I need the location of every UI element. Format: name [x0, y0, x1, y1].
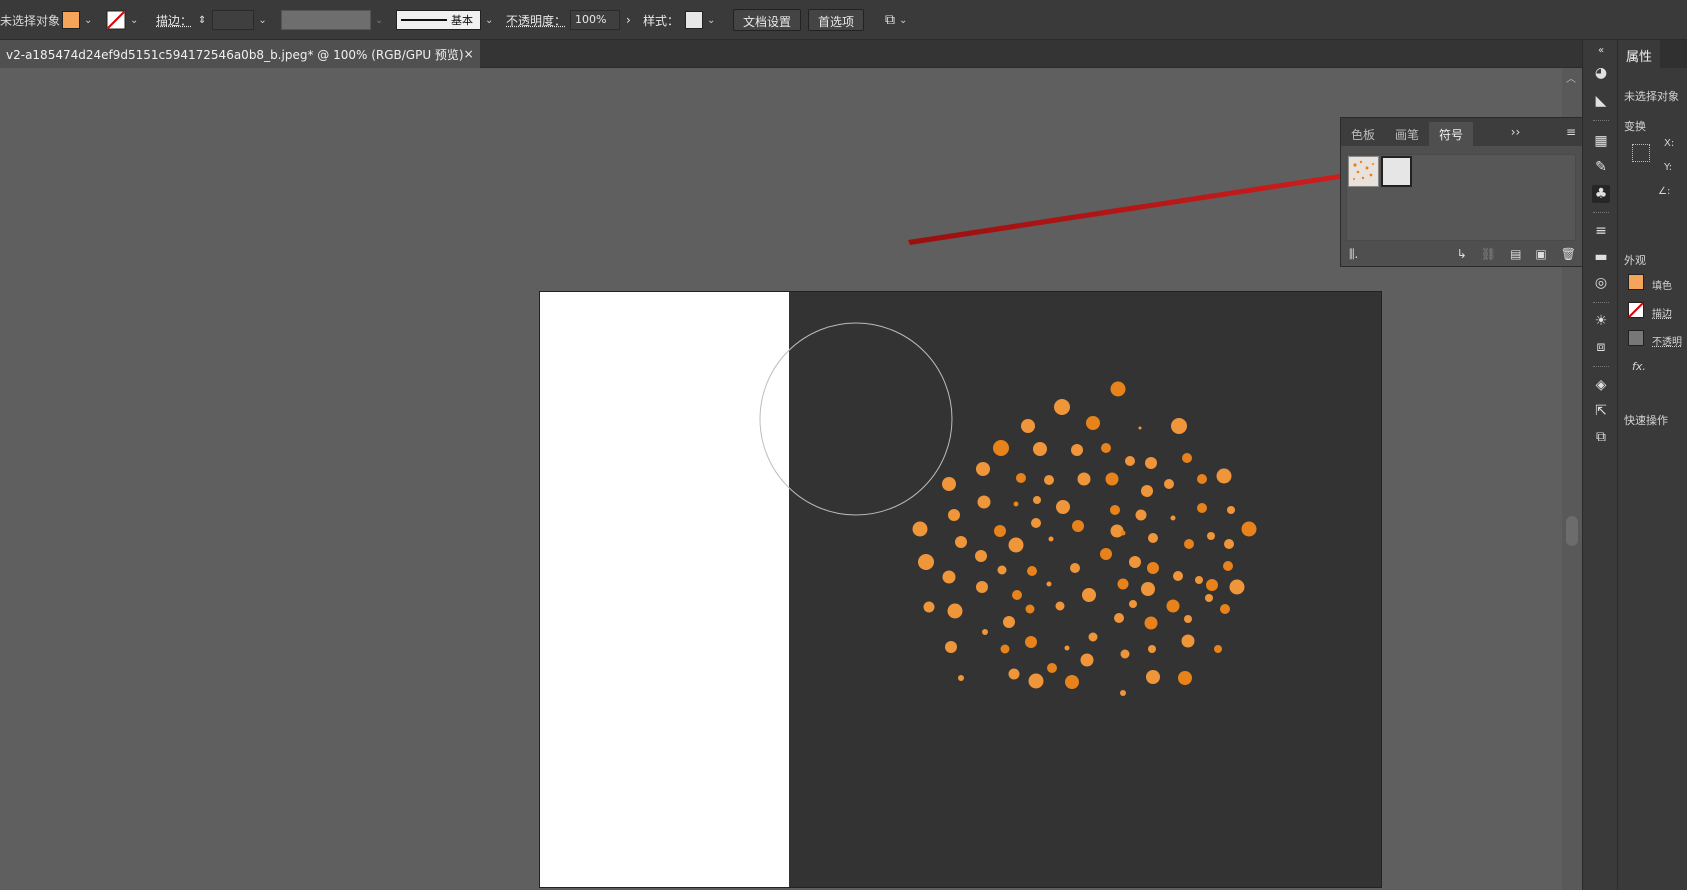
layers-icon[interactable]: ◈: [1592, 376, 1610, 394]
artboards-icon[interactable]: ⧉: [1592, 428, 1610, 446]
angle-label: ∠:: [1658, 186, 1671, 197]
fx-icon[interactable]: fx.: [1632, 360, 1646, 373]
trash-icon[interactable]: 🗑: [1561, 247, 1576, 261]
symbols-icon[interactable]: ♣: [1592, 185, 1610, 203]
symbol-options-icon[interactable]: ▤: [1510, 247, 1521, 261]
brushes-icon[interactable]: ✎: [1592, 158, 1610, 176]
fill-swatch[interactable]: [1628, 274, 1644, 290]
panel-menu-icon[interactable]: ≡: [1566, 125, 1576, 139]
export-icon[interactable]: ⇱: [1592, 402, 1610, 420]
panel-icon-strip: « ◕ ◣ ▦ ✎ ♣ ≡ ▬ ◎ ☀ ⧈ ◈ ⇱ ⧉: [1582, 40, 1618, 890]
break-link-icon[interactable]: ⛓: [1481, 247, 1496, 261]
transparency-icon[interactable]: ◎: [1592, 274, 1610, 292]
symbol-thumbnail-selected[interactable]: [1381, 156, 1412, 187]
panel-tabs: 色板 画笔 符号 ›› ≡: [1341, 118, 1582, 146]
tab-brushes[interactable]: 画笔: [1385, 122, 1429, 146]
quick-actions-heading: 快速操作: [1624, 414, 1668, 427]
properties-panel: 属性 未选择对象 变换 X: Y: ∠: 外观 填色 描边 不透明 fx. 快速…: [1618, 40, 1687, 890]
symbols-list: [1346, 154, 1576, 241]
color-palette-icon[interactable]: ◕: [1592, 64, 1610, 82]
expand-panel-icon[interactable]: ››: [1511, 125, 1521, 139]
graphic-styles-icon[interactable]: ⧈: [1592, 338, 1610, 356]
gradient-icon[interactable]: ▬: [1592, 248, 1610, 266]
stroke-panel-icon[interactable]: ≡: [1592, 222, 1610, 240]
transform-heading: 变换: [1624, 120, 1646, 133]
swatches-icon[interactable]: ▦: [1592, 132, 1610, 150]
panel-grip[interactable]: [1593, 120, 1609, 122]
new-symbol-icon[interactable]: ▣: [1535, 247, 1546, 261]
x-label: X:: [1664, 138, 1675, 149]
opacity-icon[interactable]: [1628, 330, 1644, 346]
stroke-label[interactable]: 描边: [1652, 305, 1672, 320]
color-guide-icon[interactable]: ◣: [1592, 92, 1610, 110]
properties-header: 属性: [1618, 40, 1687, 68]
tab-symbols[interactable]: 符号: [1429, 122, 1474, 146]
symbols-panel-footer: ⫼. ↳ ⛓ ▤ ▣ 🗑: [1341, 242, 1584, 266]
y-label: Y:: [1664, 162, 1673, 173]
panel-grip[interactable]: [1593, 212, 1609, 214]
no-selection-label: 未选择对象: [1624, 90, 1679, 103]
symbol-thumbnail-dots[interactable]: [1348, 156, 1379, 187]
symbols-panel: 色板 画笔 符号 ›› ≡ ⫼. ↳ ⛓ ▤ ▣ 🗑: [1340, 117, 1583, 267]
properties-tab[interactable]: 属性: [1618, 40, 1661, 68]
appearance-heading: 外观: [1624, 254, 1646, 267]
collapse-panels-icon[interactable]: «: [1592, 42, 1610, 60]
symbol-libraries-icon[interactable]: ⫼.: [1349, 247, 1358, 262]
reference-point-icon[interactable]: [1632, 144, 1650, 162]
fill-label: 填色: [1652, 281, 1672, 292]
stroke-none-swatch[interactable]: [1628, 302, 1644, 318]
panel-grip[interactable]: [1593, 302, 1609, 304]
opacity-label[interactable]: 不透明: [1652, 333, 1682, 348]
dots-symbol-preview: [1353, 160, 1374, 180]
tab-swatches[interactable]: 色板: [1341, 122, 1385, 146]
place-symbol-icon[interactable]: ↳: [1457, 247, 1467, 261]
panel-grip[interactable]: [1593, 366, 1609, 368]
appearance-icon[interactable]: ☀: [1592, 312, 1610, 330]
